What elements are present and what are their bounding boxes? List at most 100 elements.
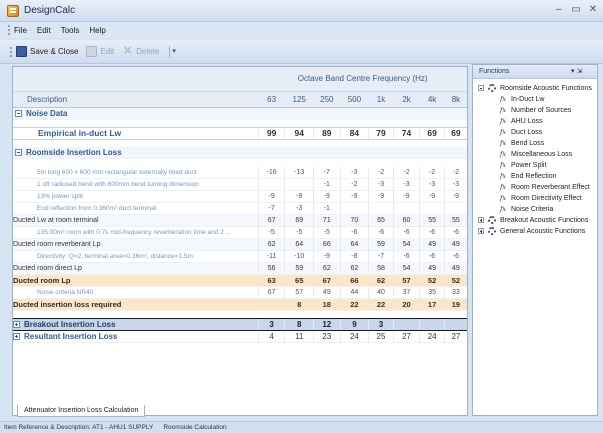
cell[interactable]: -11 bbox=[257, 250, 285, 263]
cell[interactable]: -3 bbox=[443, 178, 467, 191]
cell[interactable]: -9 bbox=[368, 190, 394, 203]
cell[interactable]: -9 bbox=[419, 190, 445, 203]
cell[interactable]: 69 bbox=[284, 214, 314, 227]
cell[interactable]: 27 bbox=[392, 330, 420, 343]
cell[interactable]: 54 bbox=[392, 238, 420, 251]
cell[interactable]: 67 bbox=[257, 214, 285, 227]
cell[interactable]: 65 bbox=[368, 214, 394, 227]
cell[interactable]: 62 bbox=[368, 274, 394, 287]
cell[interactable]: 12 bbox=[313, 317, 341, 331]
cell[interactable] bbox=[419, 317, 445, 331]
cell[interactable]: 99 bbox=[257, 126, 285, 140]
cell[interactable]: -2 bbox=[419, 166, 445, 179]
cell[interactable] bbox=[392, 202, 420, 215]
expand-icon[interactable] bbox=[13, 332, 20, 340]
cell[interactable]: 49 bbox=[443, 262, 467, 275]
cell[interactable] bbox=[284, 178, 314, 191]
tree-item-function[interactable]: fx Miscellaneous Loss bbox=[473, 149, 597, 160]
cell[interactable]: 94 bbox=[284, 126, 314, 140]
cell[interactable]: 54 bbox=[392, 262, 420, 275]
cell[interactable]: 57 bbox=[392, 274, 420, 287]
cell[interactable]: 64 bbox=[339, 238, 369, 251]
cell[interactable]: 74 bbox=[392, 126, 420, 140]
cell[interactable]: 62 bbox=[257, 238, 285, 251]
cell[interactable]: 69 bbox=[419, 126, 445, 140]
close-button[interactable]: ✕ bbox=[586, 4, 600, 15]
section-roomside-insertion-loss[interactable]: Roomside Insertion Loss bbox=[13, 147, 467, 159]
cell[interactable]: -9 bbox=[392, 190, 420, 203]
expand-icon[interactable] bbox=[478, 228, 484, 234]
roomside-row[interactable]: Ducted room reverberant Lp 62 64 66 64 59 54 49… bbox=[13, 238, 467, 251]
tree-item-function[interactable]: fx Room Reverberant Effect bbox=[473, 182, 597, 193]
cell[interactable] bbox=[419, 202, 445, 215]
cell[interactable]: -6 bbox=[419, 226, 445, 239]
cell[interactable]: 63 bbox=[257, 274, 285, 287]
cell[interactable]: 71 bbox=[313, 214, 341, 227]
cell[interactable]: -5 bbox=[257, 226, 285, 239]
cell[interactable]: 33 bbox=[443, 286, 467, 299]
tree-root-roomside[interactable]: Roomside Acoustic Functions bbox=[473, 83, 597, 94]
cell[interactable]: 4 bbox=[257, 330, 285, 343]
tree-item-function[interactable]: fx Bend Loss bbox=[473, 138, 597, 149]
cell[interactable]: 60 bbox=[392, 214, 420, 227]
menu-help[interactable]: Help bbox=[89, 26, 105, 35]
cell[interactable]: -1 bbox=[313, 202, 341, 215]
section-resultant-insertion-loss[interactable]: Resultant Insertion Loss 4 11 23 24 25 2… bbox=[13, 330, 467, 343]
cell[interactable]: 3 bbox=[257, 317, 285, 331]
roomside-row[interactable]: Ducted insertion loss required 8 18 22 22 20 1… bbox=[13, 298, 467, 311]
cell[interactable] bbox=[443, 202, 467, 215]
tree-item-function[interactable]: fx Room Directivity Effect bbox=[473, 193, 597, 204]
cell[interactable]: -3 bbox=[284, 202, 314, 215]
cell[interactable]: -6 bbox=[419, 250, 445, 263]
cell[interactable]: -6 bbox=[392, 226, 420, 239]
toolbar-overflow-button[interactable] bbox=[169, 45, 176, 58]
cell[interactable]: 64 bbox=[284, 238, 314, 251]
cell[interactable]: -6 bbox=[368, 226, 394, 239]
collapse-icon[interactable] bbox=[15, 149, 22, 156]
tree-item-function[interactable]: fx In-Duct Lw bbox=[473, 94, 597, 105]
section-breakout-insertion-loss[interactable]: Breakout Insertion Loss 3 8 12 9 3 bbox=[13, 317, 467, 331]
roomside-row[interactable]: Ducted room direct Lp 56 59 62 62 58 54 49 49 bbox=[13, 262, 467, 275]
cell[interactable]: 20 bbox=[392, 298, 420, 311]
cell[interactable]: -9 bbox=[443, 190, 467, 203]
maximize-button[interactable]: ▭ bbox=[569, 4, 583, 15]
cell[interactable]: -2 bbox=[339, 178, 369, 191]
cell[interactable]: 55 bbox=[443, 214, 467, 227]
panel-pin-button[interactable]: ▾ ⇲ bbox=[571, 67, 582, 75]
cell[interactable]: -16 bbox=[257, 166, 285, 179]
cell[interactable]: 55 bbox=[419, 214, 445, 227]
cell[interactable]: -3 bbox=[392, 178, 420, 191]
cell[interactable]: 24 bbox=[419, 330, 445, 343]
empirical-row[interactable]: Empirical in-duct Lw 99 94 89 84 79 74 6… bbox=[13, 126, 467, 140]
cell[interactable]: 23 bbox=[313, 330, 341, 343]
cell[interactable]: 24 bbox=[339, 330, 369, 343]
roomside-row[interactable]: 1 off radiused bend with 600mm bend turn… bbox=[13, 178, 467, 191]
tree-root-collapsed[interactable]: General Acoustic Functions bbox=[473, 226, 597, 237]
cell[interactable]: 11 bbox=[284, 330, 314, 343]
cell[interactable]: 35 bbox=[419, 286, 445, 299]
cell[interactable]: 22 bbox=[368, 298, 394, 311]
cell[interactable]: -7 bbox=[313, 166, 341, 179]
cell[interactable]: 49 bbox=[419, 238, 445, 251]
cell[interactable]: 17 bbox=[419, 298, 445, 311]
cell[interactable]: 89 bbox=[313, 126, 341, 140]
cell[interactable]: -10 bbox=[284, 250, 314, 263]
cell[interactable] bbox=[257, 178, 285, 191]
cell[interactable] bbox=[339, 202, 369, 215]
roomside-row[interactable]: Ducted room Lp 63 65 67 66 62 57 52 52 bbox=[13, 274, 467, 287]
cell[interactable]: -8 bbox=[339, 250, 369, 263]
roomside-row[interactable]: End reflection from 0.360m² duct termina… bbox=[13, 202, 467, 215]
expand-icon[interactable] bbox=[478, 217, 484, 223]
roomside-row[interactable]: Directivity: Q=2, terminal area=0.36m², … bbox=[13, 250, 467, 263]
cell[interactable]: -3 bbox=[339, 166, 369, 179]
save-close-button[interactable]: Save & Close bbox=[16, 46, 78, 57]
cell[interactable]: 66 bbox=[313, 238, 341, 251]
roomside-row[interactable]: 135.00m³ room with 0.7s mid-frequency re… bbox=[13, 226, 467, 239]
cell[interactable]: 22 bbox=[339, 298, 369, 311]
menu-tools[interactable]: Tools bbox=[61, 26, 80, 35]
cell[interactable]: -1 bbox=[313, 178, 341, 191]
cell[interactable]: 79 bbox=[368, 126, 394, 140]
edit-button[interactable]: Edit bbox=[86, 46, 114, 57]
cell[interactable]: 52 bbox=[443, 274, 467, 287]
cell[interactable]: -5 bbox=[313, 226, 341, 239]
